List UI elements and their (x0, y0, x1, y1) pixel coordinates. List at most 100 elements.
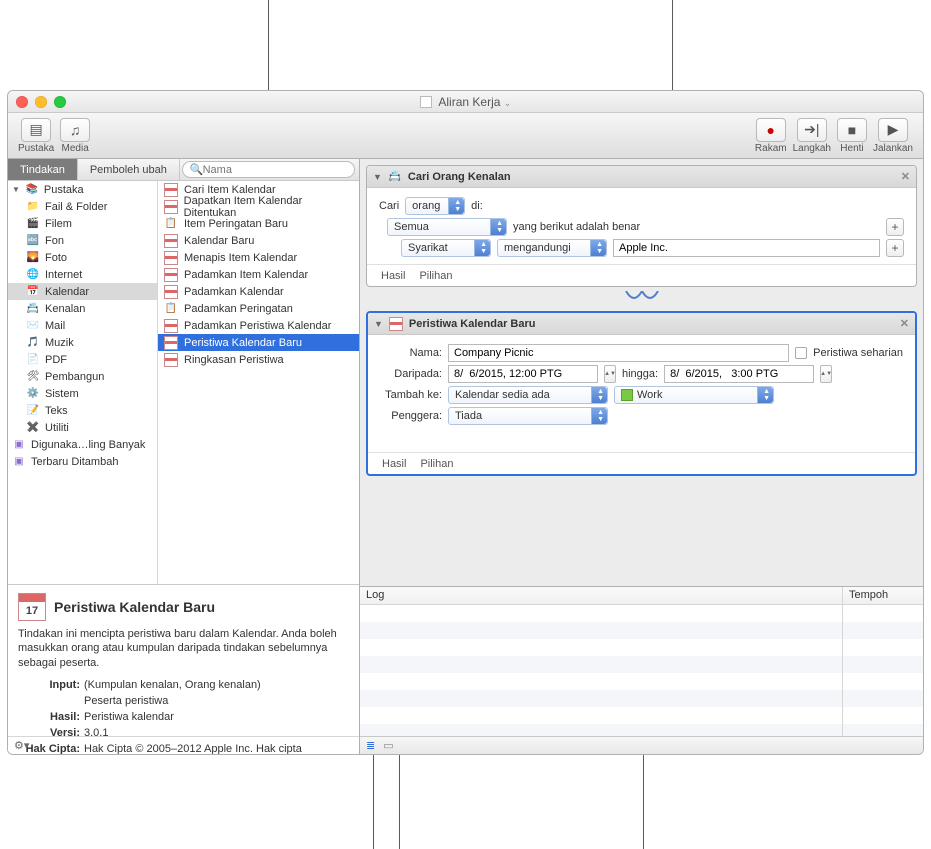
variable-view-icon[interactable]: ▭ (383, 739, 393, 752)
tab-variables[interactable]: Pemboleh ubah (78, 159, 180, 180)
library-root[interactable]: ▼ 📚 Pustaka (8, 181, 157, 198)
options-tab[interactable]: Pilihan (419, 270, 452, 282)
add-condition-button[interactable]: + (886, 239, 904, 257)
action-card-find-contacts[interactable]: ▼ 📇 Cari Orang Kenalan ✕ Cari orang▲▼ di… (366, 165, 917, 287)
disclosure-icon[interactable]: ▼ (373, 172, 382, 182)
category-item[interactable]: 🌄Foto (8, 249, 157, 266)
category-item[interactable]: 🎬Filem (8, 215, 157, 232)
media-button[interactable]: ♫ Media (58, 118, 92, 154)
close-icon[interactable]: ✕ (900, 317, 909, 330)
collapse-detail-icon[interactable]: ⌄ (37, 739, 46, 752)
gear-menu-icon[interactable]: ⚙︎▾ (14, 739, 29, 752)
action-item[interactable]: 📋Padamkan Peringatan (158, 300, 359, 317)
add-to-select[interactable]: Kalendar sedia ada▲▼ (448, 386, 608, 404)
log-view-icon[interactable]: ≣ (366, 739, 375, 752)
operator-select[interactable]: mengandungi▲▼ (497, 239, 607, 257)
results-tab[interactable]: Hasil (381, 270, 405, 282)
calendar-color-swatch (621, 389, 633, 401)
duration-header[interactable]: Tempoh (843, 587, 923, 605)
options-tab[interactable]: Pilihan (420, 458, 453, 470)
category-item[interactable]: 📝Teks (8, 402, 157, 419)
calendar-icon (164, 183, 178, 197)
calendar-select[interactable]: Work▲▼ (614, 386, 774, 404)
value-input[interactable] (613, 239, 880, 257)
to-stepper[interactable]: ▲▼ (820, 365, 832, 383)
smart-folder-icon: ▣ (12, 455, 26, 469)
system-icon: ⚙️ (26, 387, 40, 401)
text-icon: 📝 (26, 404, 40, 418)
category-item[interactable]: 📇Kenalan (8, 300, 157, 317)
search-icon: 🔍 (190, 163, 204, 176)
disclosure-icon[interactable]: ▼ (374, 319, 383, 329)
category-item[interactable]: 📄PDF (8, 351, 157, 368)
add-rule-button[interactable]: + (886, 218, 904, 236)
category-item[interactable]: 📁Fail & Folder (8, 198, 157, 215)
developer-icon: 🛠 (26, 370, 40, 384)
connector-icon (366, 291, 917, 307)
library-toggle-button[interactable]: ▤ Pustaka (16, 118, 56, 154)
title-dropdown-icon[interactable]: ⌄ (504, 98, 512, 108)
category-list[interactable]: ▼ 📚 Pustaka 📁Fail & Folder 🎬Filem 🔤Fon 🌄… (8, 181, 158, 584)
action-item[interactable]: Padamkan Kalendar (158, 283, 359, 300)
search-input[interactable] (182, 161, 355, 178)
step-button[interactable]: ➔| Langkah (791, 118, 833, 154)
action-item[interactable]: Padamkan Peristiwa Kalendar (158, 317, 359, 334)
action-item[interactable]: Dapatkan Item Kalendar Ditentukan (158, 198, 359, 215)
log-list[interactable] (360, 605, 842, 736)
category-item[interactable]: 🎵Muzik (8, 334, 157, 351)
record-icon: ● (767, 122, 775, 138)
action-card-new-calendar-event[interactable]: ▼ Peristiwa Kalendar Baru ✕ Nama: Perist… (366, 311, 917, 476)
movie-icon: 🎬 (26, 217, 40, 231)
alarm-select[interactable]: Tiada▲▼ (448, 407, 608, 425)
play-icon: ▶ (888, 121, 899, 138)
to-datetime-input[interactable] (664, 365, 814, 383)
calendar-icon (164, 353, 178, 367)
music-icon: 🎵 (26, 336, 40, 350)
log-header[interactable]: Log (360, 587, 842, 605)
action-item[interactable]: Ringkasan Peristiwa (158, 351, 359, 368)
action-item[interactable]: Menapis Item Kalendar (158, 249, 359, 266)
workflow-canvas[interactable]: ▼ 📇 Cari Orang Kenalan ✕ Cari orang▲▼ di… (360, 159, 923, 586)
sidebar-icon: ▤ (29, 121, 42, 138)
field-select[interactable]: Syarikat▲▼ (401, 239, 491, 257)
calendar-icon (164, 268, 178, 282)
calendar-icon (164, 319, 178, 333)
calendar-icon (389, 317, 403, 331)
all-day-checkbox[interactable] (795, 347, 807, 359)
action-item-new-calendar-event[interactable]: Peristiwa Kalendar Baru (158, 334, 359, 351)
view-switch-bar: ≣ ▭ (360, 736, 923, 754)
disclosure-icon[interactable]: ▼ (12, 185, 20, 194)
action-item[interactable]: Padamkan Item Kalendar (158, 266, 359, 283)
category-item[interactable]: ✖️Utiliti (8, 419, 157, 436)
run-button[interactable]: ▶ Jalankan (871, 118, 915, 154)
category-item[interactable]: ✉️Mail (8, 317, 157, 334)
close-icon[interactable]: ✕ (901, 170, 910, 183)
category-item[interactable]: 🛠Pembangun (8, 368, 157, 385)
reminders-icon: 📋 (164, 302, 178, 316)
tab-actions[interactable]: Tindakan (8, 159, 78, 180)
category-item[interactable]: ⚙️Sistem (8, 385, 157, 402)
results-tab[interactable]: Hasil (382, 458, 406, 470)
workflow-pane: ▼ 📇 Cari Orang Kenalan ✕ Cari orang▲▼ di… (360, 159, 923, 754)
category-item[interactable]: 🌐Internet (8, 266, 157, 283)
record-button[interactable]: ● Rakam (753, 118, 789, 154)
smart-folder-most-used[interactable]: ▣Digunaka…ling Banyak (8, 436, 157, 453)
stop-button[interactable]: ■ Henti (835, 118, 869, 154)
detail-description: Tindakan ini mencipta peristiwa baru dal… (18, 627, 349, 670)
toolbar: ▤ Pustaka ♫ Media ● Rakam ➔| Langkah ■ H… (8, 113, 923, 159)
from-stepper[interactable]: ▲▼ (604, 365, 616, 383)
action-item[interactable]: Kalendar Baru (158, 232, 359, 249)
from-datetime-input[interactable] (448, 365, 598, 383)
utilities-icon: ✖️ (26, 421, 40, 435)
category-item-calendar[interactable]: 📅Kalendar (8, 283, 157, 300)
document-proxy-icon[interactable] (420, 96, 432, 108)
scope-select[interactable]: Semua▲▼ (387, 218, 507, 236)
category-item[interactable]: 🔤Fon (8, 232, 157, 249)
action-list[interactable]: Cari Item Kalendar Dapatkan Item Kalenda… (158, 181, 359, 584)
smart-folder-recent[interactable]: ▣Terbaru Ditambah (8, 453, 157, 470)
find-type-select[interactable]: orang▲▼ (405, 197, 465, 215)
duration-list[interactable] (843, 605, 923, 736)
event-name-input[interactable] (448, 344, 789, 362)
callout-line (643, 755, 644, 849)
folder-icon: 📁 (26, 200, 40, 214)
